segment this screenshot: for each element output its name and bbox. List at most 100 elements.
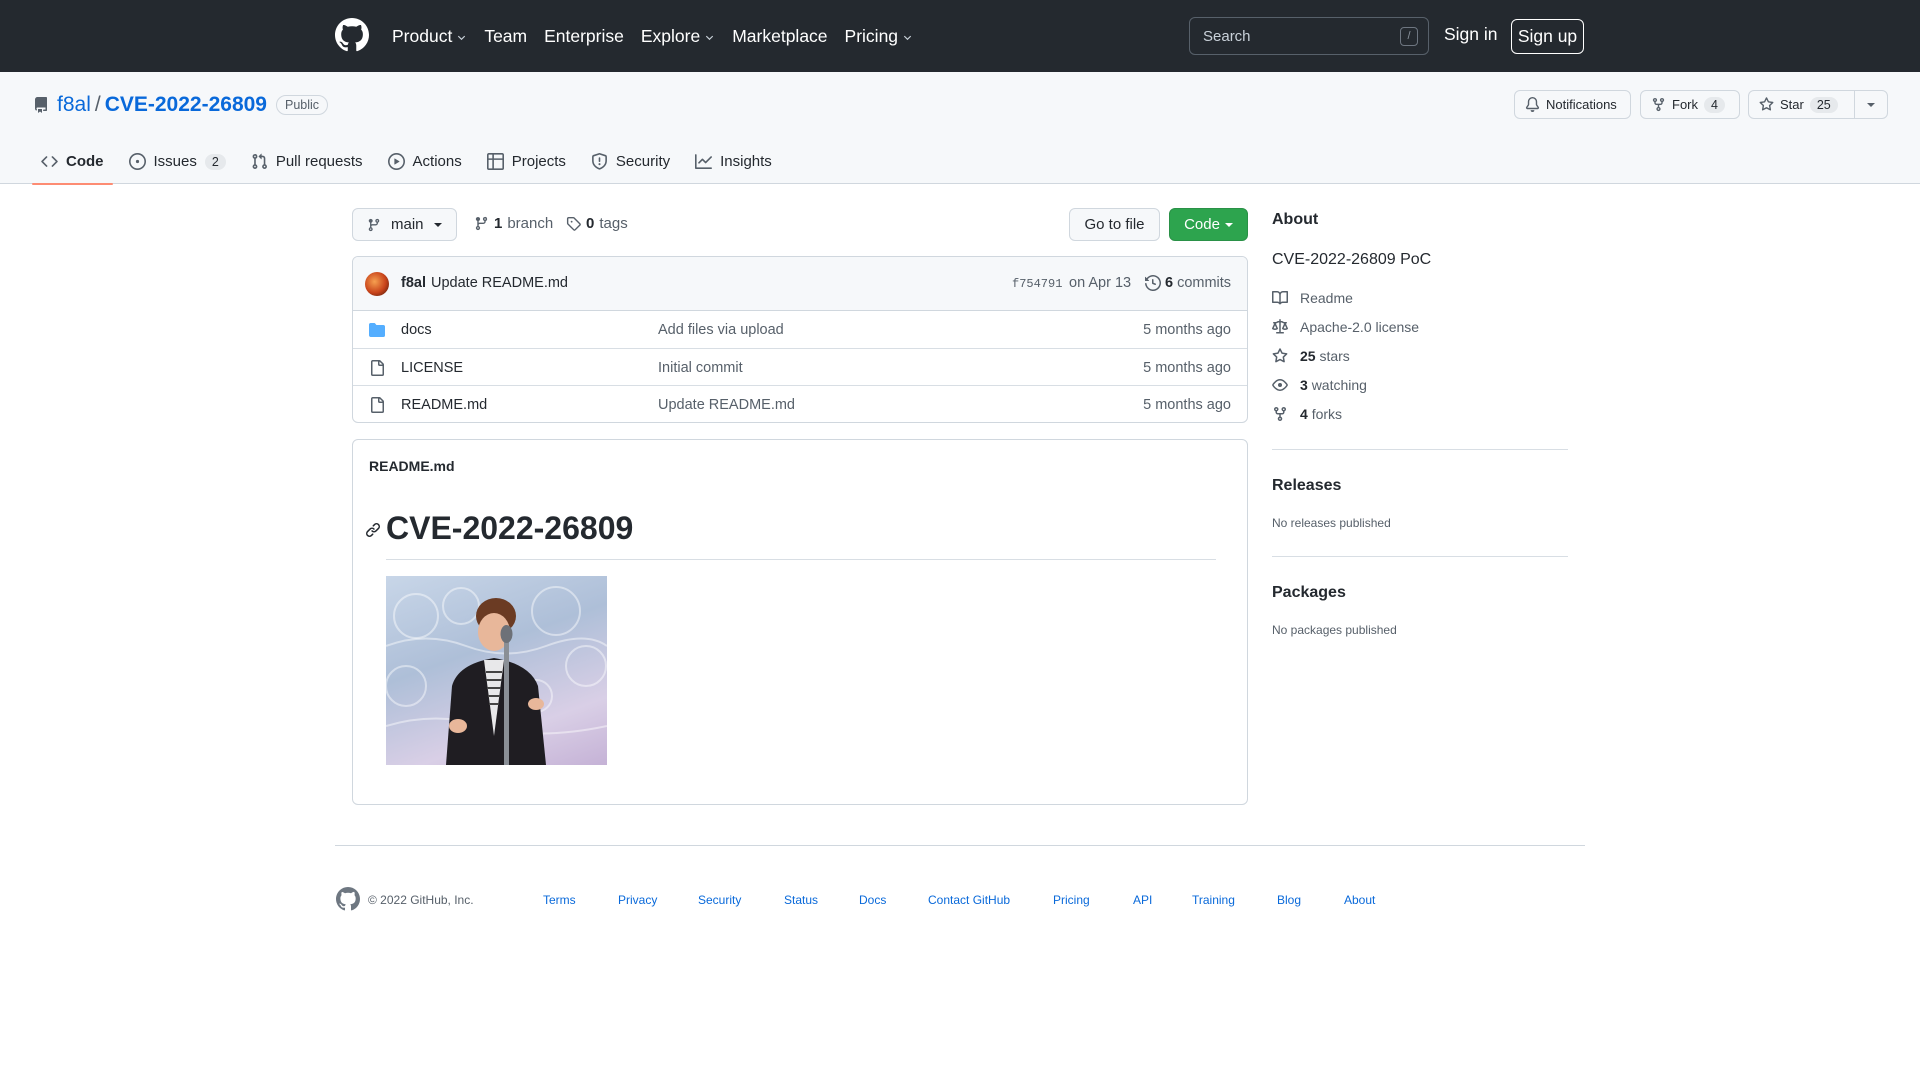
nav-product[interactable]: Product — [392, 26, 467, 47]
tab-pull-requests[interactable]: Pull requests — [242, 139, 372, 184]
repo-name-link[interactable]: CVE-2022-26809 — [105, 93, 267, 117]
star-icon — [1272, 348, 1288, 363]
repo-header: f8al / CVE-2022-26809 Public Notificatio… — [0, 72, 1920, 185]
search-shortcut-key: / — [1400, 27, 1418, 46]
nav-marketplace[interactable]: Marketplace — [732, 26, 827, 47]
releases-note: No releases published — [1272, 516, 1391, 530]
watching-count: 3 — [1300, 377, 1308, 393]
visibility-badge: Public — [275, 95, 329, 115]
issue-opened-icon — [128, 153, 146, 170]
history-icon — [1145, 275, 1161, 291]
link-icon[interactable] — [365, 522, 381, 538]
readme-heading: CVE-2022-26809 — [386, 510, 634, 546]
footer-link-training[interactable]: Training — [1192, 893, 1235, 907]
forks-count: 4 — [1300, 406, 1308, 422]
repo-path-separator: / — [94, 93, 101, 116]
fork-count: 4 — [1704, 96, 1725, 113]
file-age: 5 months ago — [1143, 360, 1231, 376]
git-branch-icon — [475, 216, 488, 231]
readme-image-illustration — [386, 586, 607, 765]
footer-link-blog[interactable]: Blog — [1277, 893, 1301, 907]
footer-link-security[interactable]: Security — [698, 893, 741, 907]
readme-panel: README.md CVE-2022-26809 — [352, 439, 1248, 805]
nav-pricing[interactable]: Pricing — [845, 26, 914, 47]
commits-history-link[interactable]: 6 commits — [1145, 275, 1231, 291]
file-name-link[interactable]: LICENSE — [401, 360, 463, 376]
about-heading: About — [1272, 211, 1319, 228]
fork-button[interactable]: Fork 4 — [1640, 90, 1740, 119]
tab-actions[interactable]: Actions — [379, 139, 471, 184]
stars-link[interactable]: 25 stars — [1272, 348, 1350, 364]
repo-forked-icon — [1652, 97, 1665, 112]
footer-links: Terms Privacy Security Status Docs Conta… — [0, 893, 1920, 909]
tab-projects[interactable]: Projects — [478, 139, 575, 184]
tab-insights[interactable]: Insights — [686, 139, 781, 184]
footer-link-terms[interactable]: Terms — [543, 893, 576, 907]
repo-title: f8al / CVE-2022-26809 Public — [33, 92, 329, 118]
footer-link-docs[interactable]: Docs — [859, 893, 886, 907]
file-commit-message-link[interactable]: Add files via upload — [658, 322, 784, 338]
branch-select-button[interactable]: main — [352, 208, 457, 241]
global-search: / — [1189, 17, 1429, 55]
avatar[interactable] — [365, 272, 389, 296]
footer-link-privacy[interactable]: Privacy — [618, 893, 657, 907]
readme-file-link[interactable]: README.md — [369, 458, 455, 474]
readme-link[interactable]: Readme — [1272, 290, 1353, 306]
star-list-dropdown[interactable] — [1854, 90, 1888, 119]
git-branch-icon — [368, 218, 380, 231]
eye-icon — [1272, 379, 1288, 391]
packages-note: No packages published — [1272, 623, 1397, 637]
star-count: 25 — [1809, 96, 1838, 113]
file-commit-message-link[interactable]: Update README.md — [658, 397, 795, 413]
footer-link-status[interactable]: Status — [784, 893, 818, 907]
watchers-link[interactable]: 3 watching — [1272, 377, 1367, 393]
forks-link[interactable]: 4 forks — [1272, 406, 1342, 422]
file-age: 5 months ago — [1143, 397, 1231, 413]
heading-divider — [386, 559, 1216, 560]
search-input[interactable] — [1190, 18, 1428, 54]
packages-heading[interactable]: Packages — [1272, 584, 1346, 602]
footer-divider — [335, 845, 1585, 846]
tab-security[interactable]: Security — [582, 139, 679, 184]
commit-message-link[interactable]: Update README.md — [431, 275, 568, 291]
nav-team[interactable]: Team — [484, 26, 527, 47]
file-name-link[interactable]: docs — [401, 322, 432, 338]
footer-link-api[interactable]: API — [1133, 893, 1152, 907]
table-row: README.md Update README.md 5 months ago — [353, 385, 1247, 422]
code-dropdown-button[interactable]: Code — [1169, 208, 1248, 241]
footer-link-contact[interactable]: Contact GitHub — [928, 893, 1010, 907]
file-name-link[interactable]: README.md — [401, 397, 487, 413]
latest-commit-bar: f8al Update README.md f754791 on Apr 13 … — [353, 257, 1247, 311]
commit-sha-link[interactable]: f754791 — [1012, 277, 1062, 291]
tab-issues[interactable]: Issues 2 — [120, 139, 235, 184]
branch-count: 1 — [494, 215, 503, 232]
tab-code[interactable]: Code — [32, 139, 113, 185]
license-link[interactable]: Apache-2.0 license — [1272, 319, 1419, 335]
tags-link[interactable]: 0 tags — [566, 215, 628, 232]
commit-date: on Apr 13 — [1069, 275, 1132, 291]
play-icon — [387, 153, 405, 170]
star-button[interactable]: Star 25 — [1748, 90, 1855, 119]
footer-link-about[interactable]: About — [1344, 893, 1375, 907]
chevron-down-icon — [706, 35, 714, 40]
sign-in-link[interactable]: Sign in — [1444, 24, 1498, 45]
sign-up-button[interactable]: Sign up — [1511, 19, 1584, 54]
footer-link-pricing[interactable]: Pricing — [1053, 893, 1090, 907]
releases-heading[interactable]: Releases — [1272, 477, 1341, 495]
commit-author-link[interactable]: f8al — [401, 275, 426, 291]
shield-icon — [591, 153, 607, 170]
repo-owner-link[interactable]: f8al — [57, 93, 91, 117]
file-listing: f8al Update README.md f754791 on Apr 13 … — [352, 256, 1248, 423]
law-icon — [1272, 319, 1288, 334]
commit-count: 6 — [1165, 275, 1174, 291]
branches-link[interactable]: 1 branch — [474, 215, 553, 232]
readme-animated-image — [386, 576, 607, 765]
github-logo-icon[interactable] — [335, 18, 369, 52]
go-to-file-button[interactable]: Go to file — [1069, 208, 1160, 241]
file-commit-message-link[interactable]: Initial commit — [658, 360, 743, 376]
chevron-down-icon — [458, 35, 466, 40]
nav-explore[interactable]: Explore — [641, 26, 715, 47]
notifications-button[interactable]: Notifications — [1514, 90, 1631, 119]
chevron-down-icon — [903, 35, 912, 40]
nav-enterprise[interactable]: Enterprise — [544, 26, 624, 47]
